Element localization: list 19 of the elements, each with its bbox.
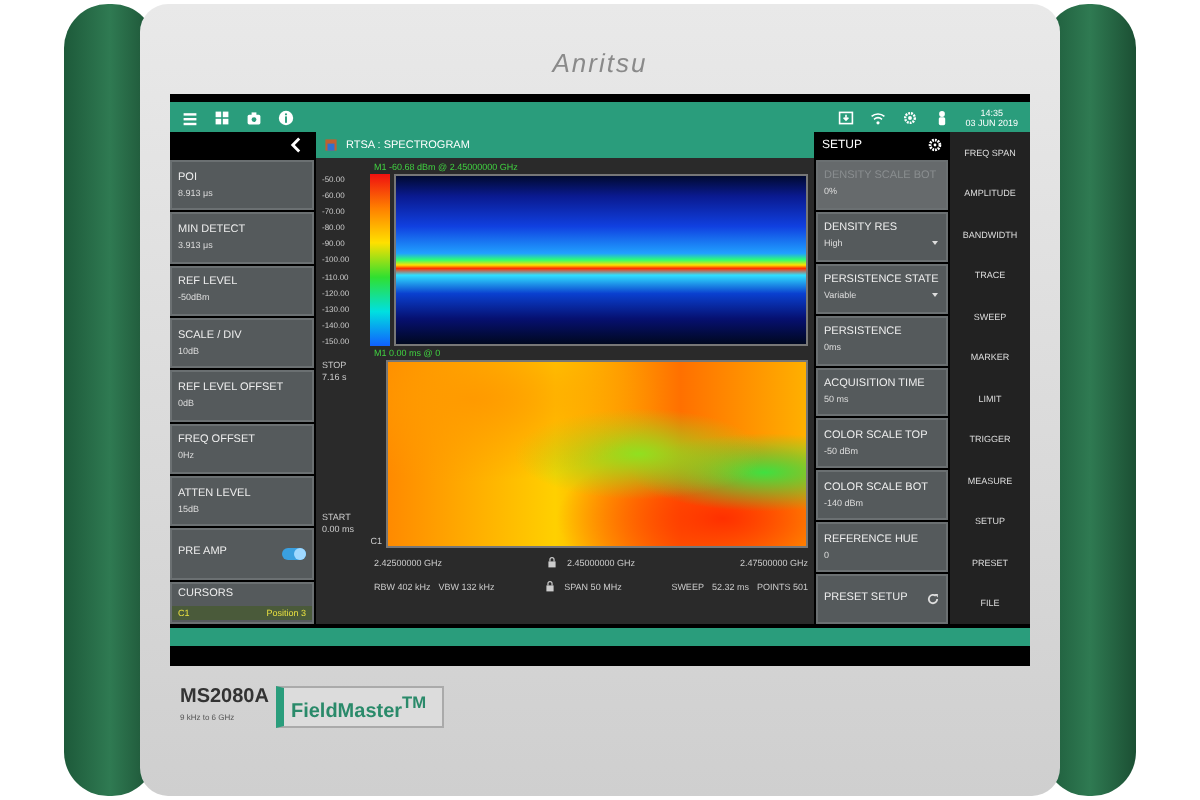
wifi-icon[interactable] <box>869 109 886 125</box>
menu-icon[interactable] <box>182 109 198 125</box>
camera-icon[interactable] <box>246 109 262 125</box>
reset-icon <box>926 592 940 607</box>
settings-icon[interactable] <box>928 138 942 152</box>
lock-icon[interactable] <box>546 556 559 568</box>
person-icon[interactable] <box>933 109 950 125</box>
model-name: MS2080A <box>180 688 269 709</box>
caret-icon <box>930 238 940 249</box>
info-icon[interactable] <box>278 109 294 125</box>
chevron-left-icon[interactable] <box>288 136 304 154</box>
grid-icon[interactable] <box>214 109 230 125</box>
brand-logo: Anritsu <box>552 48 648 78</box>
caret-icon <box>930 290 940 301</box>
toggle-switch[interactable] <box>282 547 306 560</box>
screen-icon[interactable] <box>837 109 854 125</box>
lock-icon[interactable] <box>544 580 557 592</box>
gear-icon[interactable] <box>901 109 918 125</box>
series-badge: FieldMaster$^{TM}$ <box>276 686 445 729</box>
